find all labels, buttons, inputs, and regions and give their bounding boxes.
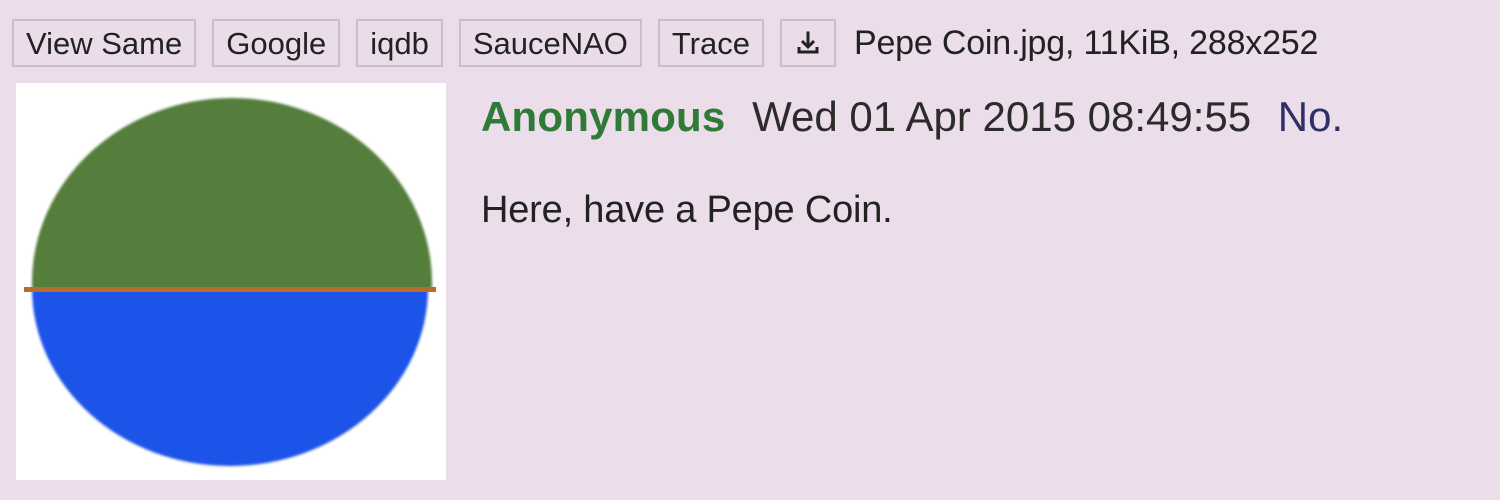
saucenao-button[interactable]: SauceNAO (458, 19, 642, 67)
google-button[interactable]: Google (212, 19, 341, 67)
file-info: Pepe Coin.jpg, 11KiB, 288x252 (853, 24, 1319, 62)
post-date: Wed 01 Apr 2015 08:49:55 (752, 93, 1252, 140)
download-icon (797, 31, 819, 54)
coin-center-line (24, 287, 436, 292)
iqdb-button[interactable]: iqdb (356, 19, 443, 67)
post-number-link[interactable]: No. (1278, 93, 1343, 140)
image-toolbar: View Same Google iqdb SauceNAO Trace Pep… (12, 18, 1318, 68)
image-thumbnail[interactable] (16, 83, 446, 480)
view-same-button[interactable]: View Same (12, 19, 197, 67)
post-message: Here, have a Pepe Coin. (481, 189, 893, 231)
pepe-coin-image (24, 98, 436, 466)
download-button[interactable] (779, 19, 836, 67)
poster-name: Anonymous (481, 93, 726, 140)
post-header: Anonymous Wed 01 Apr 2015 08:49:55 No. (481, 96, 1343, 138)
trace-button[interactable]: Trace (657, 19, 764, 67)
